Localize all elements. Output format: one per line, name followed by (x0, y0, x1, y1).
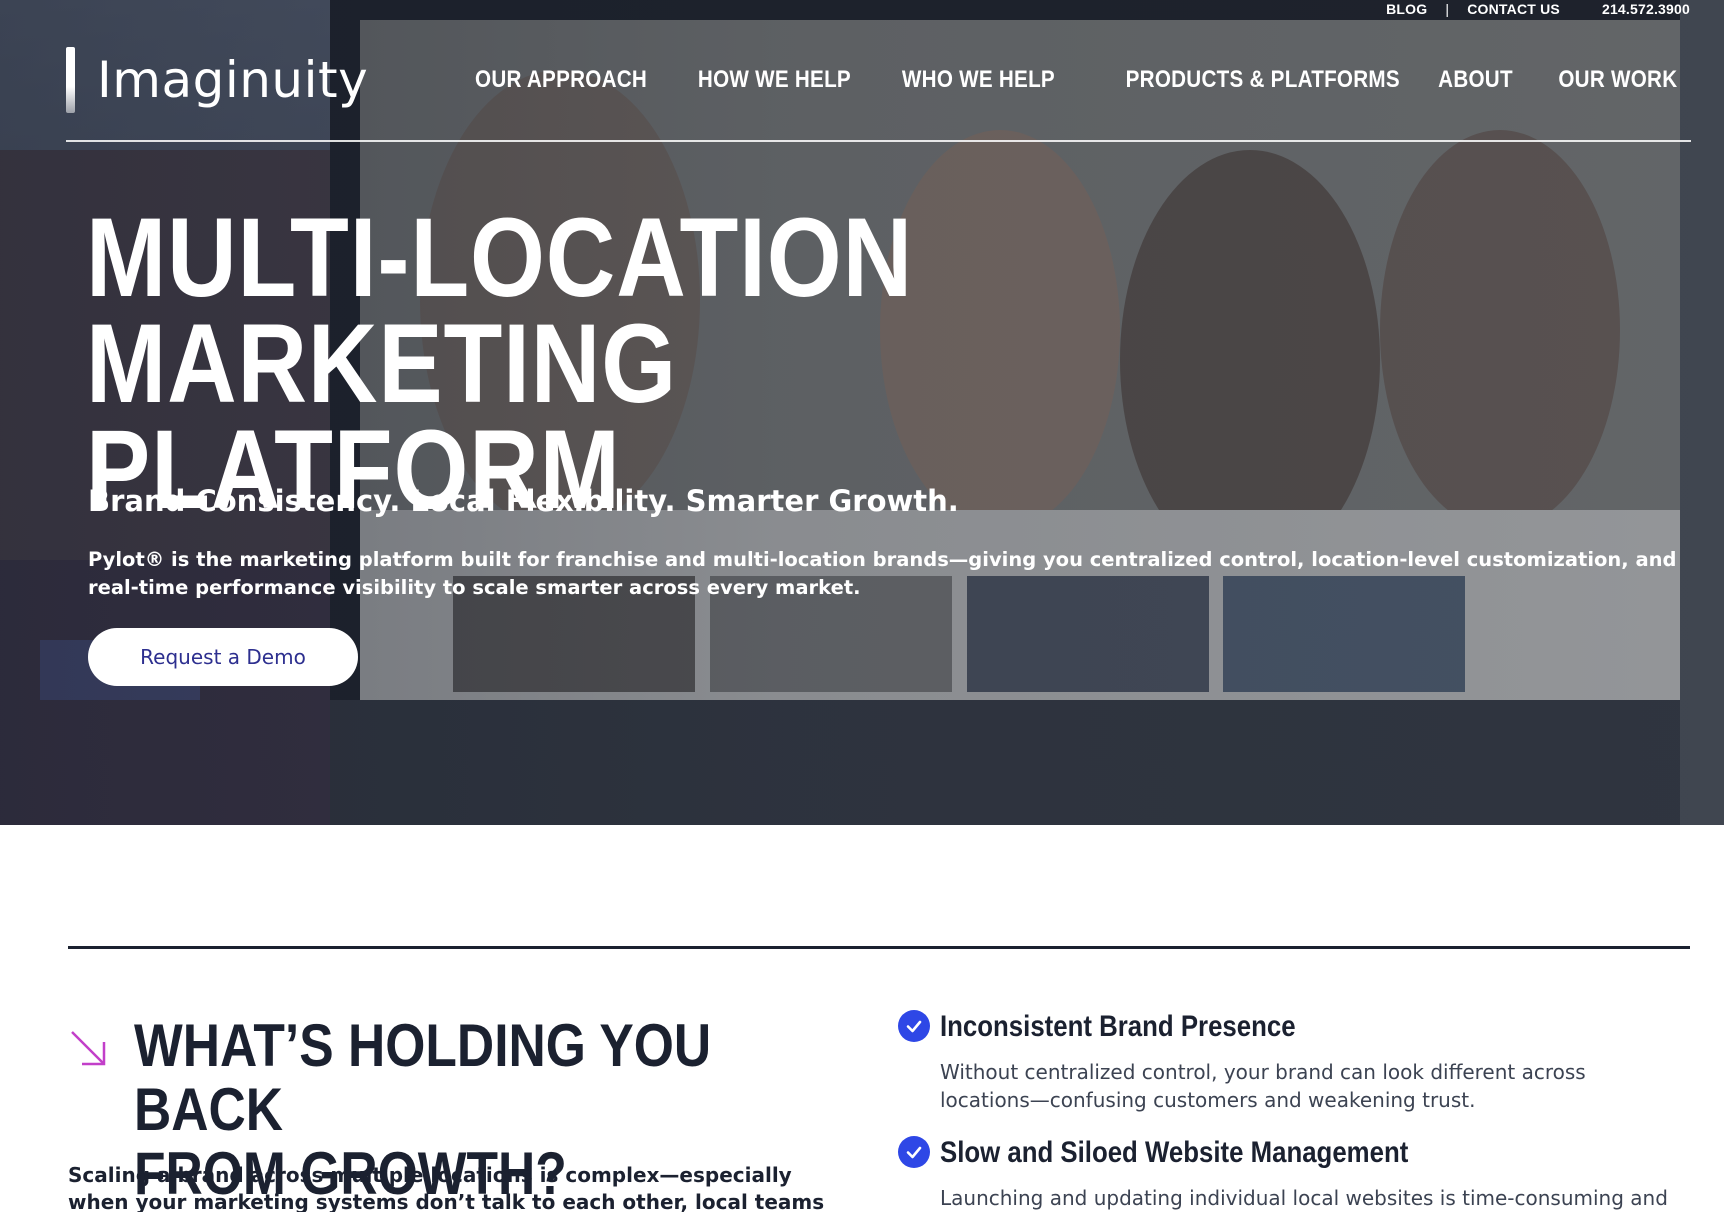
check-circle-icon (898, 1010, 930, 1042)
issue-title: Slow and Siloed Website Management (940, 1136, 1409, 1169)
check-circle-icon (898, 1136, 930, 1168)
blog-link[interactable]: BLOG (1386, 1, 1427, 17)
nav-our-approach[interactable]: OUR APPROACH (475, 66, 647, 94)
nav-divider (66, 140, 1691, 142)
issues-list: Inconsistent Brand Presence Without cent… (898, 1006, 1688, 1212)
logo-mark-icon (66, 47, 75, 113)
issue-text: Launching and updating individual local … (940, 1186, 1668, 1210)
nav-how-we-help[interactable]: HOW WE HELP (698, 66, 851, 94)
nav-products-platforms[interactable]: PRODUCTS & PLATFORMS (1126, 66, 1400, 94)
contact-link[interactable]: CONTACT US (1467, 1, 1560, 17)
site-logo[interactable]: Imaginuity (66, 46, 368, 114)
section-divider (68, 946, 1690, 949)
hero-section: BLOG | CONTACT US 214.572.3900 Imaginuit… (0, 0, 1724, 825)
hero-title-line1: MULTI-LOCATION MARKETING (86, 195, 913, 426)
utility-bar: BLOG | CONTACT US 214.572.3900 (1386, 0, 1690, 18)
nav-who-we-help[interactable]: WHO WE HELP (902, 66, 1055, 94)
logo-text: Imaginuity (97, 51, 369, 109)
nav-about[interactable]: ABOUT (1438, 66, 1513, 94)
phone-link[interactable]: 214.572.3900 (1602, 1, 1690, 17)
issue-text: Without centralized control, your brand … (940, 1060, 1586, 1112)
hero-description: Pylot® is the marketing platform built f… (88, 548, 1677, 599)
main-nav: OUR APPROACH HOW WE HELP WHO WE HELP PRO… (447, 66, 1677, 94)
utility-separator: | (1445, 1, 1450, 17)
hero-title: MULTI-LOCATION MARKETING PLATFORM (86, 202, 1290, 526)
issue-title: Inconsistent Brand Presence (940, 1010, 1296, 1043)
section-title-line1: WHAT’S HOLDING YOU BACK (134, 1012, 712, 1143)
hero-subtitle: Brand Consistency. Local Flexibility. Sm… (88, 484, 959, 518)
arrow-down-right-icon (71, 1031, 106, 1066)
section-body: Scaling a brand across multiple location… (68, 1163, 825, 1212)
nav-our-work[interactable]: OUR WORK (1558, 66, 1677, 94)
issue-item: Inconsistent Brand Presence Without cent… (898, 1006, 1688, 1114)
issue-item: Slow and Siloed Website Management Launc… (898, 1132, 1688, 1212)
request-demo-button[interactable]: Request a Demo (88, 628, 358, 686)
